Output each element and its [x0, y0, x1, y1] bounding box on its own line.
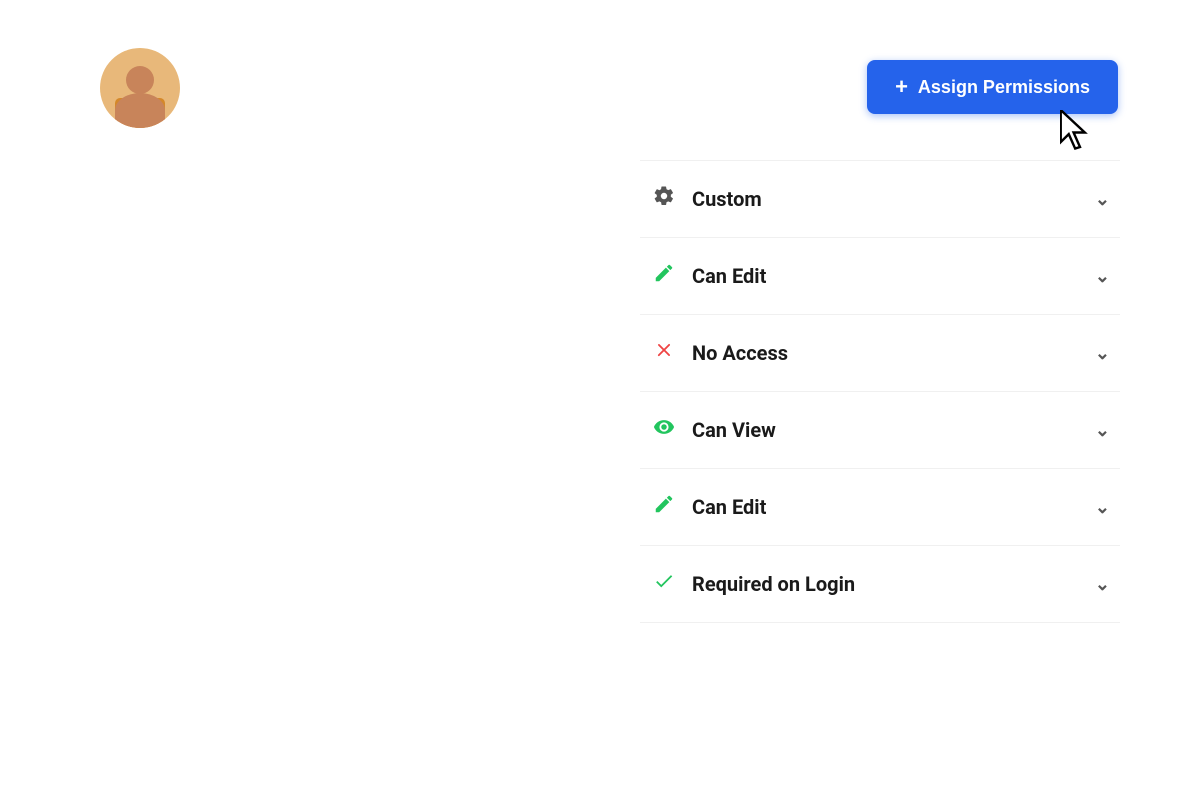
permission-left: Can Edit	[650, 493, 766, 521]
permission-item-required-on-login[interactable]: Required on Login ⌄	[640, 546, 1120, 623]
assign-permissions-button[interactable]: + Assign Permissions	[867, 60, 1118, 114]
gear-icon	[650, 185, 678, 213]
permission-item-can-edit-1[interactable]: Can Edit ⌄	[640, 238, 1120, 315]
permission-left: Can View	[650, 416, 776, 444]
permission-item-can-edit-2[interactable]: Can Edit ⌄	[640, 469, 1120, 546]
avatar	[100, 48, 180, 128]
permissions-list: Custom ⌄ Can Edit ⌄ No Access ⌄	[640, 160, 1120, 623]
permission-item-no-access[interactable]: No Access ⌄	[640, 315, 1120, 392]
chevron-down-icon: ⌄	[1095, 189, 1110, 210]
chevron-down-icon: ⌄	[1095, 574, 1110, 595]
assign-permissions-label: Assign Permissions	[918, 77, 1090, 98]
x-icon	[650, 339, 678, 367]
permission-item-can-view[interactable]: Can View ⌄	[640, 392, 1120, 469]
chevron-down-icon: ⌄	[1095, 497, 1110, 518]
pencil-icon-2	[650, 493, 678, 521]
eye-icon	[650, 416, 678, 444]
permission-left: Can Edit	[650, 262, 766, 290]
permission-label-can-view: Can View	[692, 418, 776, 442]
permission-label-custom: Custom	[692, 187, 762, 211]
permission-label-no-access: No Access	[692, 341, 788, 365]
permission-left: Custom	[650, 185, 762, 213]
plus-icon: +	[895, 74, 908, 100]
chevron-down-icon: ⌄	[1095, 420, 1110, 441]
check-icon	[650, 570, 678, 598]
permission-item-custom[interactable]: Custom ⌄	[640, 160, 1120, 238]
pencil-icon	[650, 262, 678, 290]
chevron-down-icon: ⌄	[1095, 343, 1110, 364]
chevron-down-icon: ⌄	[1095, 266, 1110, 287]
permission-label-can-edit-1: Can Edit	[692, 264, 766, 288]
permission-label-required-on-login: Required on Login	[692, 572, 855, 596]
permission-left: No Access	[650, 339, 788, 367]
permission-left: Required on Login	[650, 570, 855, 598]
permission-label-can-edit-2: Can Edit	[692, 495, 766, 519]
